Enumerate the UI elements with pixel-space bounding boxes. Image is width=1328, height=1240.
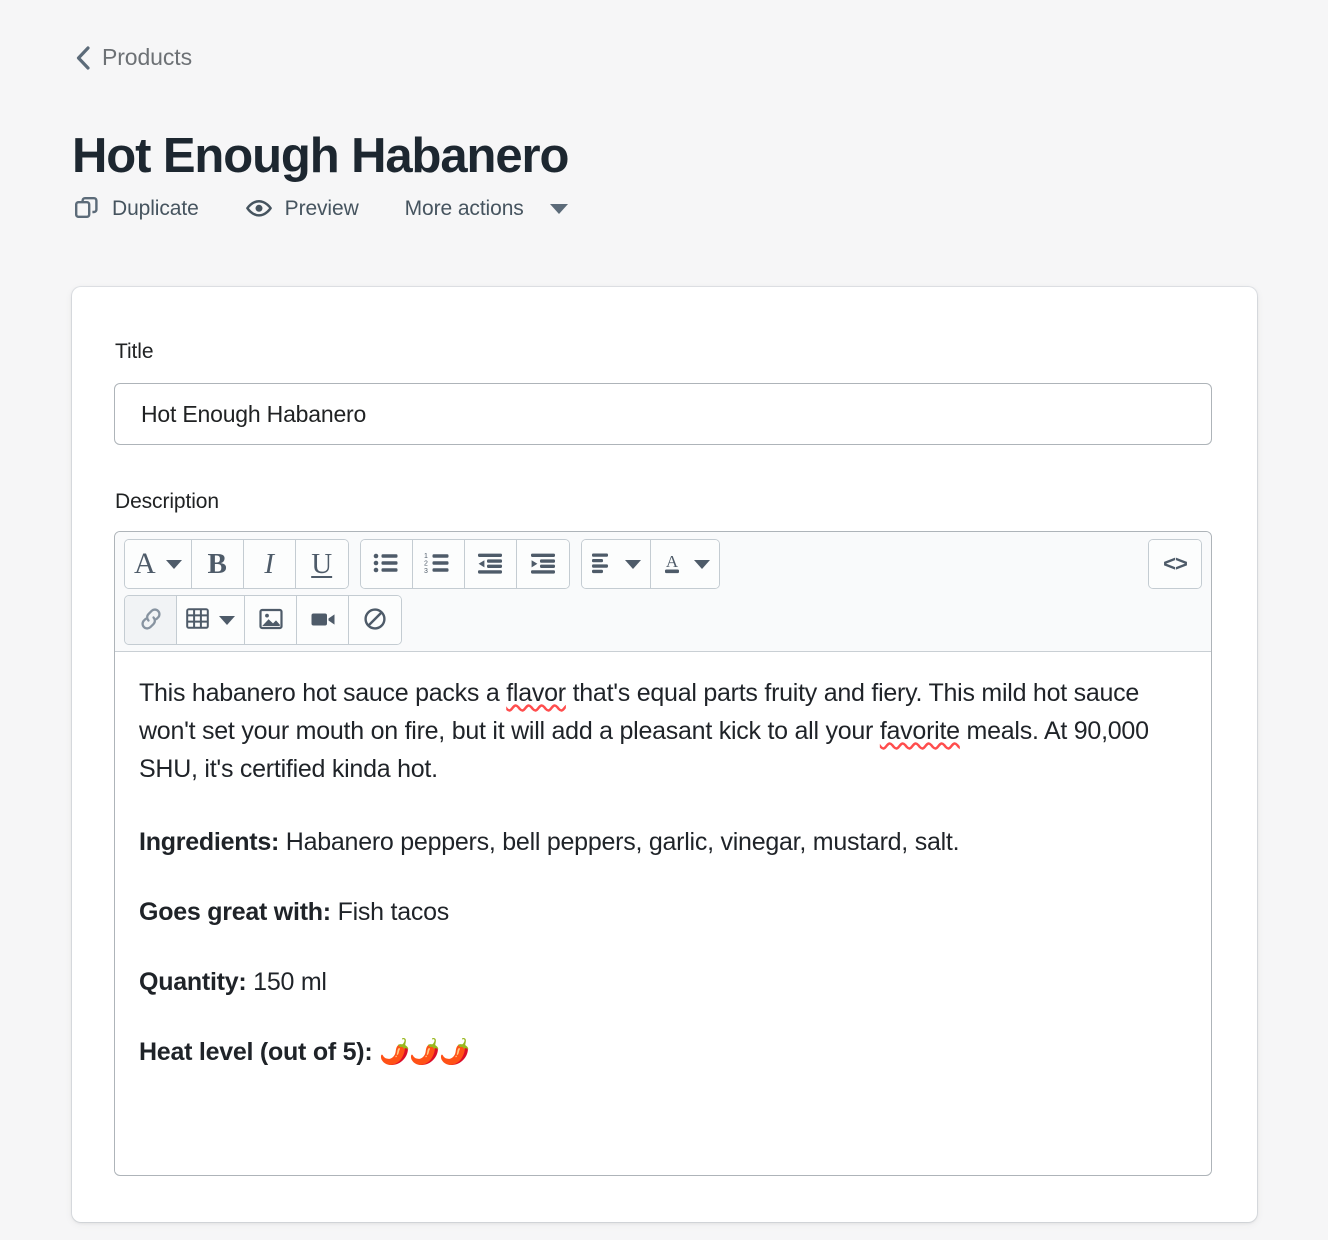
- outdent-button[interactable]: [465, 540, 517, 588]
- svg-text:3: 3: [424, 568, 428, 574]
- text-color-dropdown[interactable]: A: [651, 540, 719, 588]
- bold-glyph: B: [208, 550, 227, 579]
- bulleted-list-button[interactable]: [361, 540, 413, 588]
- description-field-label: Description: [115, 490, 219, 514]
- more-actions-button[interactable]: More actions: [405, 197, 568, 221]
- table-icon: [186, 607, 209, 633]
- ingredients-value: Habanero peppers, bell peppers, garlic, …: [279, 828, 959, 856]
- page-title: Hot Enough Habanero: [72, 130, 568, 184]
- quantity-label: Quantity:: [139, 968, 246, 996]
- insert-link-button[interactable]: [125, 596, 177, 644]
- text-color-icon: A: [660, 551, 684, 578]
- chevron-down-icon: [166, 560, 182, 569]
- breadcrumb-label: Products: [102, 44, 192, 71]
- link-icon: [138, 607, 164, 634]
- html-code-group: <>: [1148, 539, 1202, 589]
- bold-button[interactable]: B: [192, 540, 244, 588]
- duplicate-icon: [74, 196, 100, 222]
- italic-button[interactable]: I: [244, 540, 296, 588]
- editor-toolbar-row-1: A B I U: [124, 539, 1202, 589]
- title-field-label: Title: [115, 340, 153, 364]
- duplicate-button[interactable]: Duplicate: [74, 196, 199, 222]
- misspelled-word-flavor: flavor: [506, 679, 566, 707]
- editor-toolbar: A B I U: [115, 532, 1211, 652]
- description-paragraph-intro: This habanero hot sauce packs a flavor t…: [139, 674, 1187, 788]
- video-icon: [310, 608, 336, 633]
- page-actions: Duplicate Preview More actions: [74, 196, 568, 222]
- heat-level-chili-icons: 🌶️🌶️🌶️: [379, 1038, 469, 1066]
- product-edit-page: Products Hot Enough Habanero Duplicate P…: [0, 0, 1328, 1240]
- duplicate-label: Duplicate: [112, 197, 199, 221]
- align-dropdown[interactable]: [582, 540, 651, 588]
- editor-toolbar-row-2: [124, 595, 1202, 645]
- svg-text:1: 1: [424, 553, 428, 560]
- font-family-dropdown[interactable]: A: [125, 540, 192, 588]
- underline-button[interactable]: U: [296, 540, 348, 588]
- goes-great-with-value: Fish tacos: [331, 898, 449, 926]
- clear-formatting-button[interactable]: [349, 596, 401, 644]
- breadcrumb[interactable]: Products: [74, 44, 192, 71]
- description-paragraph-quantity: Quantity: 150 ml: [139, 963, 1187, 1001]
- insert-table-dropdown[interactable]: [177, 596, 245, 644]
- outdent-icon: [477, 552, 503, 577]
- bullet-list-icon: [373, 552, 399, 577]
- text-format-group: A B I U: [124, 539, 349, 589]
- description-paragraph-heat-level: Heat level (out of 5): 🌶️🌶️🌶️: [139, 1033, 1187, 1071]
- eye-icon: [245, 196, 273, 222]
- preview-button[interactable]: Preview: [245, 196, 359, 222]
- code-brackets-icon: <>: [1163, 551, 1187, 577]
- heat-level-label: Heat level (out of 5):: [139, 1038, 372, 1066]
- align-left-icon: [591, 552, 615, 577]
- align-and-color-group: A: [581, 539, 720, 589]
- description-paragraph-ingredients: Ingredients: Habanero peppers, bell pepp…: [139, 823, 1187, 861]
- preview-label: Preview: [285, 197, 359, 221]
- svg-text:2: 2: [424, 560, 428, 567]
- no-symbol-icon: [363, 607, 387, 634]
- intro-part-1: This habanero hot sauce packs a: [139, 679, 506, 707]
- numbered-list-icon: 1 2 3: [424, 552, 452, 577]
- product-details-card: Title Description A B I: [72, 287, 1257, 1222]
- html-code-button[interactable]: <>: [1149, 540, 1201, 588]
- chevron-left-icon: [74, 45, 92, 71]
- description-editor-content[interactable]: This habanero hot sauce packs a flavor t…: [115, 652, 1211, 1172]
- more-actions-label: More actions: [405, 197, 524, 221]
- list-and-indent-group: 1 2 3: [360, 539, 570, 589]
- font-a-glyph: A: [134, 549, 156, 579]
- italic-glyph: I: [264, 550, 274, 579]
- insert-video-button[interactable]: [297, 596, 349, 644]
- description-paragraph-pairing: Goes great with: Fish tacos: [139, 893, 1187, 931]
- ingredients-label: Ingredients:: [139, 828, 279, 856]
- numbered-list-button[interactable]: 1 2 3: [413, 540, 465, 588]
- image-icon: [259, 607, 283, 634]
- description-rich-text-editor: A B I U: [114, 531, 1212, 1176]
- underline-glyph: U: [311, 550, 332, 579]
- chevron-down-icon: [694, 560, 710, 569]
- insert-group: [124, 595, 402, 645]
- chevron-down-icon: [219, 616, 235, 625]
- chevron-down-icon: [625, 560, 641, 569]
- indent-button[interactable]: [517, 540, 569, 588]
- goes-great-with-label: Goes great with:: [139, 898, 331, 926]
- indent-icon: [530, 552, 556, 577]
- quantity-value: 150 ml: [246, 968, 326, 996]
- svg-text:A: A: [666, 552, 679, 571]
- chevron-down-icon: [550, 204, 568, 214]
- insert-image-button[interactable]: [245, 596, 297, 644]
- title-input[interactable]: [114, 383, 1212, 445]
- misspelled-word-favorite: favorite: [880, 717, 960, 745]
